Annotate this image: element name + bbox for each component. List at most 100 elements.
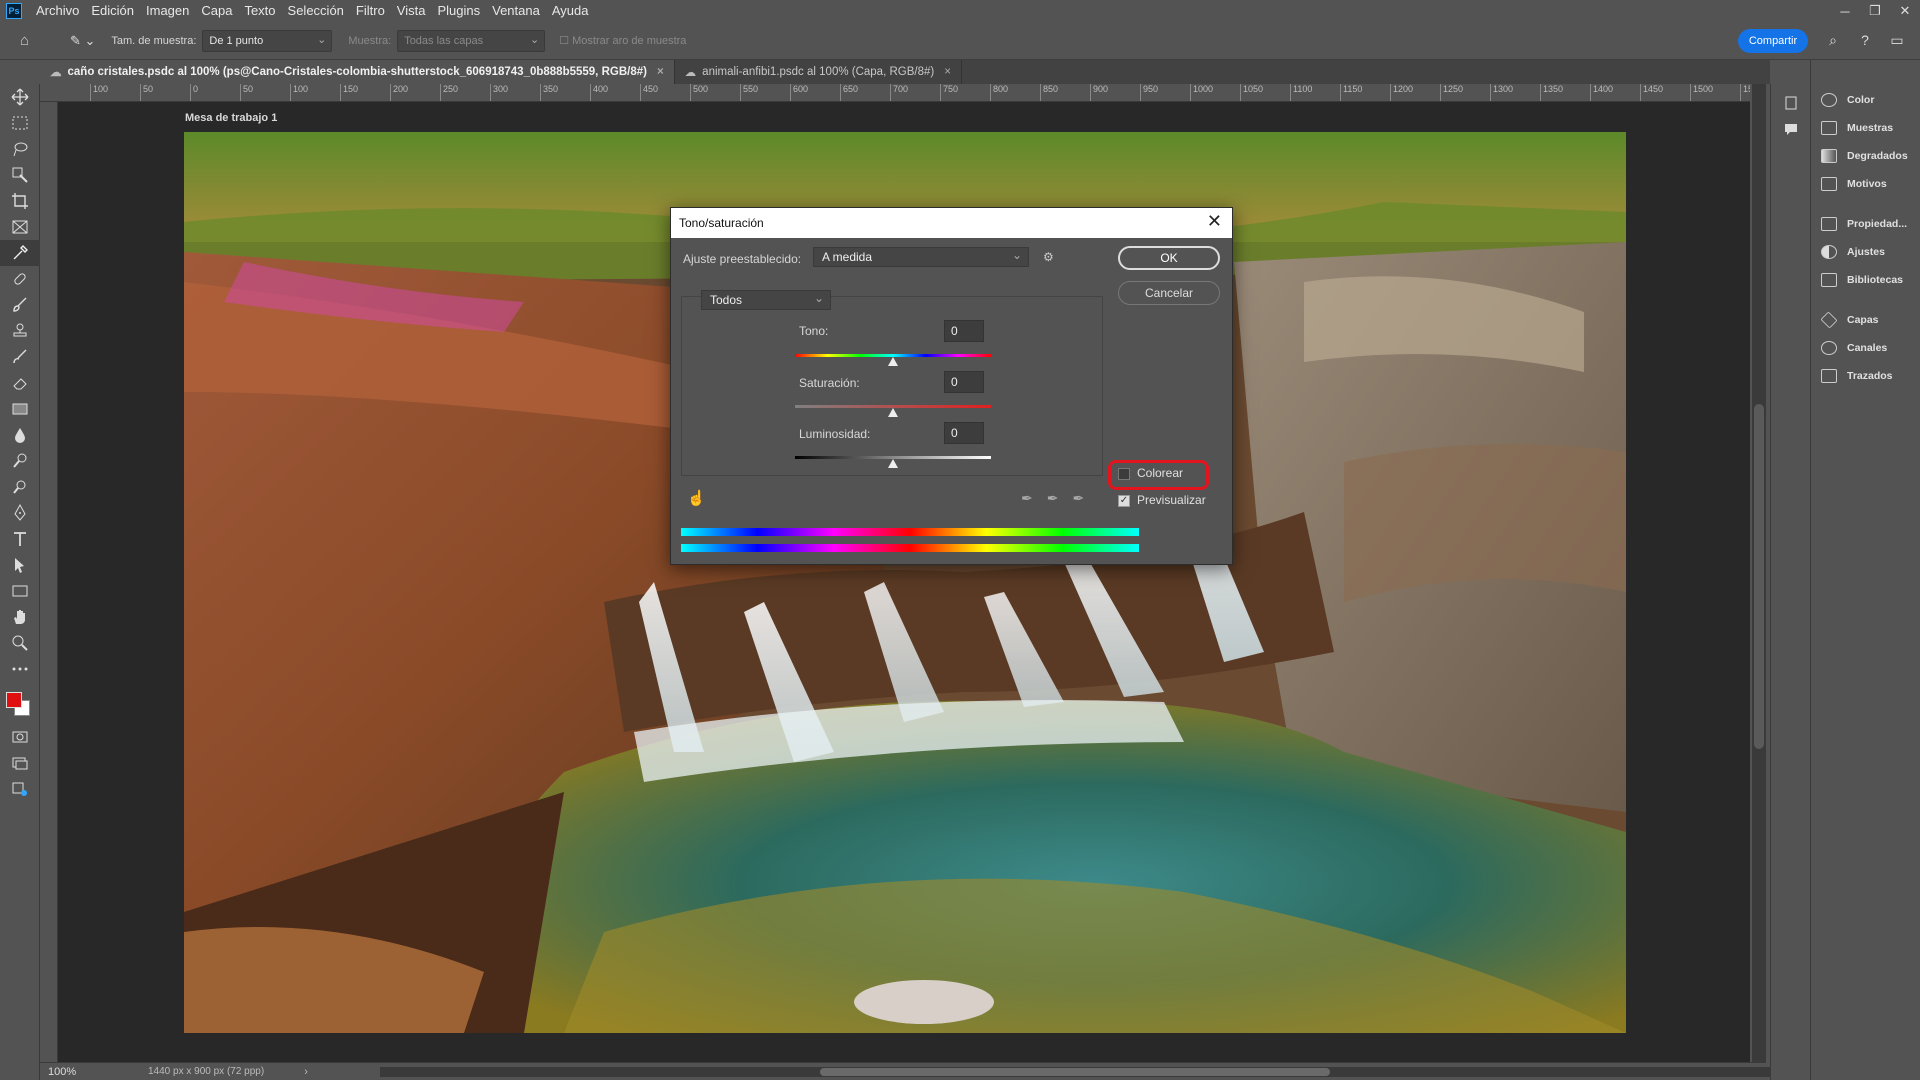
search-icon[interactable]: ⌕ xyxy=(1824,31,1842,49)
panel-adjustments[interactable]: Ajustes xyxy=(1811,238,1920,266)
hand-tool-icon[interactable] xyxy=(0,604,40,630)
share-button[interactable]: Compartir xyxy=(1738,29,1808,53)
panel-patterns[interactable]: Motivos xyxy=(1811,170,1920,198)
comments-icon[interactable] xyxy=(1771,116,1811,142)
ruler-tick: 1350 xyxy=(1540,84,1563,101)
saturation-input[interactable]: 0 xyxy=(944,371,984,393)
object-selection-tool-icon[interactable] xyxy=(0,162,40,188)
color-swatches[interactable] xyxy=(0,682,40,724)
preview-checkbox[interactable]: ✓ xyxy=(1118,495,1130,507)
brush-tool-icon[interactable] xyxy=(0,292,40,318)
type-tool-icon[interactable] xyxy=(0,526,40,552)
adjustment-group xyxy=(681,296,1103,476)
menu-vista[interactable]: Vista xyxy=(391,0,432,22)
menu-plugins[interactable]: Plugins xyxy=(431,0,486,22)
marquee-tool-icon[interactable] xyxy=(0,110,40,136)
status-arrow-icon[interactable]: › xyxy=(304,1066,308,1078)
blur-tool-icon[interactable] xyxy=(0,422,40,448)
close-icon[interactable]: ✕ xyxy=(1207,211,1222,232)
eyedropper-tool-icon[interactable] xyxy=(0,240,40,266)
preset-select[interactable]: A medida xyxy=(813,246,1029,267)
eyedropper-icon[interactable]: ✒ xyxy=(1021,490,1033,507)
zoom-level[interactable]: 100% xyxy=(48,1066,108,1078)
history-icon[interactable] xyxy=(1771,90,1811,116)
home-icon[interactable]: ⌂ xyxy=(20,32,40,49)
panel-channels[interactable]: Canales xyxy=(1811,334,1920,362)
rectangle-tool-icon[interactable] xyxy=(0,578,40,604)
vertical-scrollbar[interactable] xyxy=(1752,84,1766,1062)
help-icon[interactable]: ? xyxy=(1856,31,1874,49)
pen-tool-icon[interactable] xyxy=(0,500,40,526)
edit-toolbar-icon[interactable] xyxy=(0,776,40,802)
tab-cano-cristales[interactable]: ☁ caño cristales.psdc al 100% (ps@Cano-C… xyxy=(40,60,675,84)
more-tools-icon[interactable] xyxy=(0,656,40,682)
saturation-slider-thumb[interactable] xyxy=(888,408,898,417)
lasso-tool-icon[interactable] xyxy=(0,136,40,162)
close-tab-icon[interactable]: × xyxy=(657,66,664,78)
screen-mode-icon[interactable] xyxy=(0,750,40,776)
preview-label[interactable]: Previsualizar xyxy=(1137,493,1206,507)
menu-ayuda[interactable]: Ayuda xyxy=(546,0,595,22)
menu-capa[interactable]: Capa xyxy=(195,0,238,22)
gradient-tool-icon[interactable] xyxy=(0,396,40,422)
show-sampling-ring-checkbox[interactable]: ☐ Mostrar aro de muestra xyxy=(559,34,686,47)
lightness-slider-thumb[interactable] xyxy=(888,459,898,468)
move-tool-icon[interactable] xyxy=(0,84,40,110)
artboard-title[interactable]: Mesa de trabajo 1 xyxy=(185,112,277,124)
crop-tool-icon[interactable] xyxy=(0,188,40,214)
menu-ventana[interactable]: Ventana xyxy=(486,0,546,22)
menu-archivo[interactable]: Archivo xyxy=(30,0,85,22)
eyedropper-tool-preset-icon[interactable]: ✎ ⌄ xyxy=(70,33,95,49)
dodge-tool-icon[interactable] xyxy=(0,448,40,474)
panel-properties[interactable]: Propiedad... xyxy=(1811,210,1920,238)
on-image-adjust-hand-icon[interactable]: ☝ xyxy=(687,489,706,507)
menu-filtro[interactable]: Filtro xyxy=(350,0,391,22)
foreground-color-swatch[interactable] xyxy=(6,692,22,708)
history-brush-tool-icon[interactable] xyxy=(0,344,40,370)
zoom-tool-icon[interactable] xyxy=(0,630,40,656)
horizontal-scroll-thumb[interactable] xyxy=(820,1068,1330,1076)
panel-gradients[interactable]: Degradados xyxy=(1811,142,1920,170)
hue-slider-thumb[interactable] xyxy=(888,357,898,366)
panel-color[interactable]: Color xyxy=(1811,86,1920,114)
hue-input[interactable]: 0 xyxy=(944,320,984,342)
panel-paths[interactable]: Trazados xyxy=(1811,362,1920,390)
minimize-icon[interactable]: ─ xyxy=(1830,0,1860,22)
menu-texto[interactable]: Texto xyxy=(238,0,281,22)
menu-seleccion[interactable]: Selección xyxy=(282,0,350,22)
ruler-tick: 800 xyxy=(990,84,1008,101)
close-tab-icon[interactable]: × xyxy=(944,66,951,78)
healing-brush-tool-icon[interactable] xyxy=(0,266,40,292)
colorize-label[interactable]: Colorear xyxy=(1137,466,1183,480)
clone-stamp-tool-icon[interactable] xyxy=(0,318,40,344)
restore-icon[interactable]: ❐ xyxy=(1860,0,1890,22)
workspace-icon[interactable]: ▭ xyxy=(1888,31,1906,49)
frame-tool-icon[interactable] xyxy=(0,214,40,240)
sample-select[interactable]: Todas las capas xyxy=(397,29,546,52)
layers-icon xyxy=(1820,311,1838,329)
cancel-button[interactable]: Cancelar xyxy=(1118,281,1220,305)
lightness-input[interactable]: 0 xyxy=(944,422,984,444)
panel-layers[interactable]: Capas xyxy=(1811,306,1920,334)
quick-mask-icon[interactable] xyxy=(0,724,40,750)
horizontal-scrollbar[interactable] xyxy=(380,1067,1780,1077)
eraser-tool-icon[interactable] xyxy=(0,370,40,396)
path-selection-tool-icon[interactable] xyxy=(0,552,40,578)
eyedropper-plus-icon[interactable]: ✒ xyxy=(1047,490,1059,507)
ok-button[interactable]: OK xyxy=(1118,246,1220,270)
menu-edicion[interactable]: Edición xyxy=(85,0,140,22)
dialog-titlebar[interactable]: Tono/saturación ✕ xyxy=(671,208,1232,238)
sample-size-select[interactable]: De 1 punto xyxy=(202,29,333,52)
panel-libraries[interactable]: Bibliotecas xyxy=(1811,266,1920,294)
menu-imagen[interactable]: Imagen xyxy=(140,0,195,22)
close-window-icon[interactable]: ✕ xyxy=(1890,0,1920,22)
tab-animali-anfibi[interactable]: ☁ animali-anfibi1.psdc al 100% (Capa, RG… xyxy=(675,60,962,84)
vertical-scroll-thumb[interactable] xyxy=(1754,404,1764,749)
gear-icon[interactable]: ⚙ xyxy=(1043,250,1054,264)
colorize-checkbox[interactable] xyxy=(1118,468,1130,480)
zoom-lens-tool-icon[interactable] xyxy=(0,474,40,500)
channel-select[interactable]: Todos xyxy=(701,289,831,310)
panel-swatches[interactable]: Muestras xyxy=(1811,114,1920,142)
eyedropper-minus-icon[interactable]: ✒ xyxy=(1072,490,1084,507)
ruler-tick: 1250 xyxy=(1440,84,1463,101)
